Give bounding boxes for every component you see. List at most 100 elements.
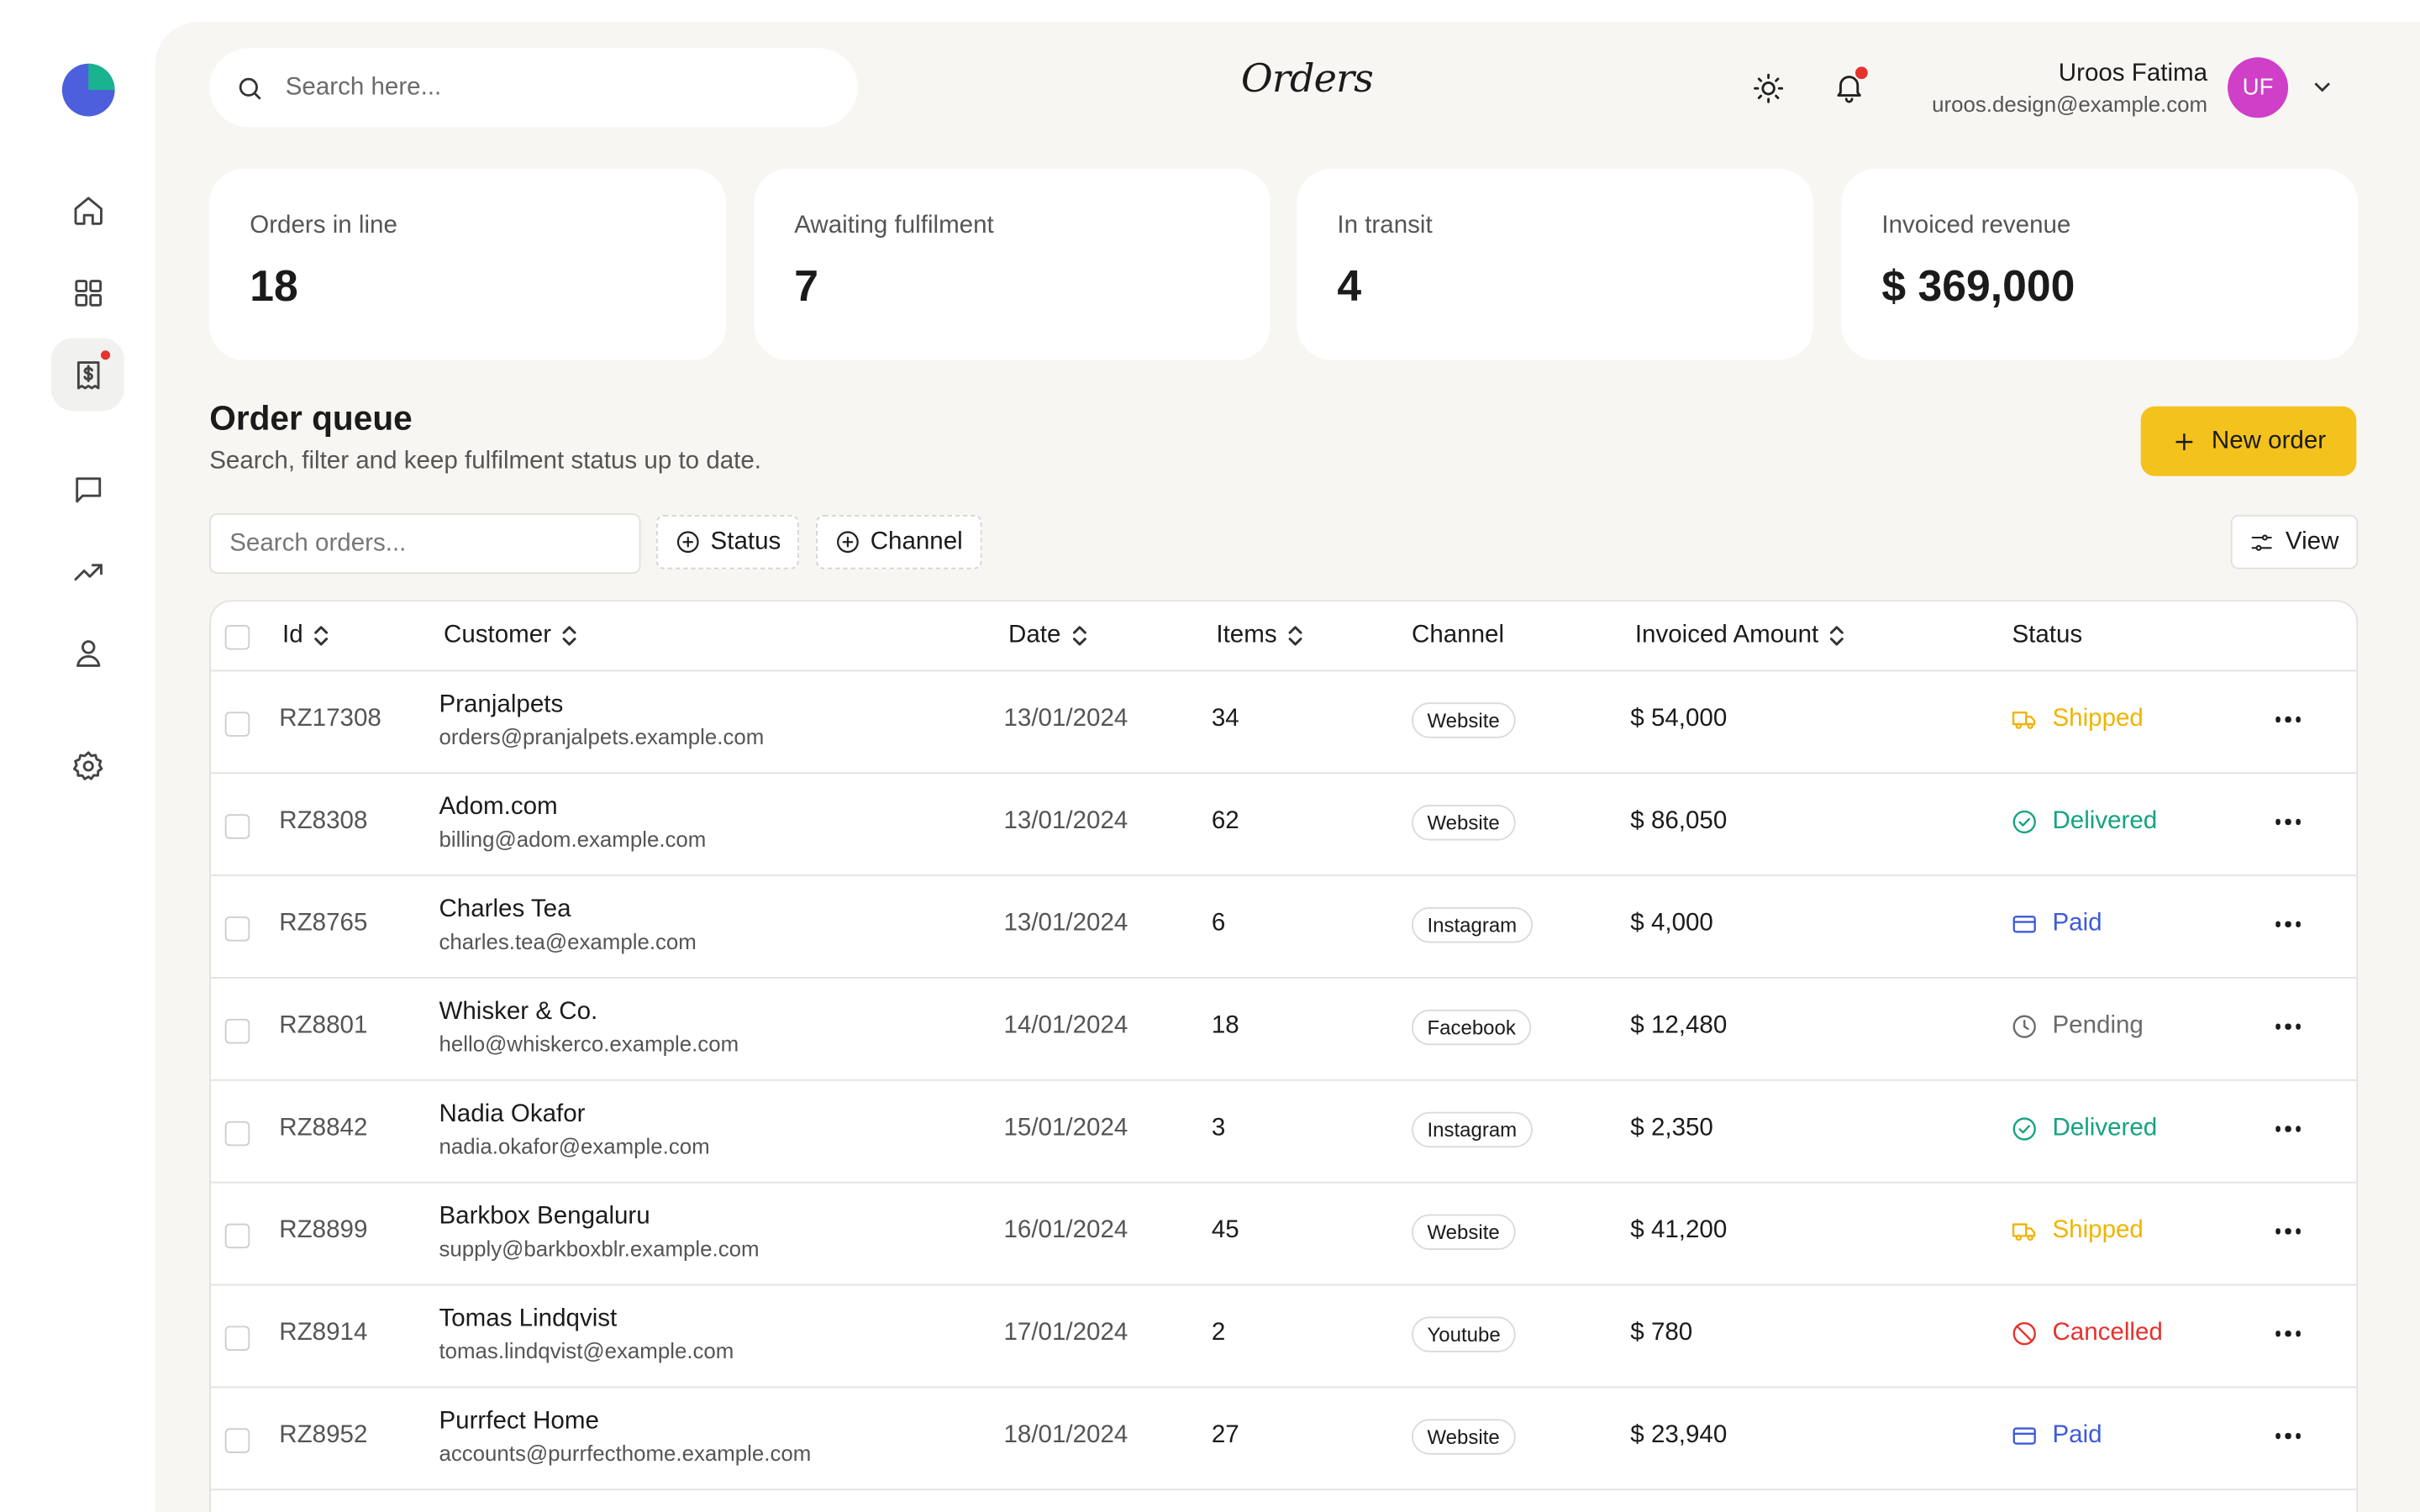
row-checkbox[interactable]: [224, 916, 250, 942]
search-placeholder[interactable]: Search here...: [286, 74, 442, 102]
table-row[interactable]: RZ8899 Barkbox Bengaluru supply@barkboxblr…: [211, 1184, 2357, 1286]
column-label: Items: [1216, 622, 1277, 648]
channel-filter-label: Channel: [870, 528, 963, 554]
row-actions-button[interactable]: [2271, 1316, 2306, 1351]
row-checkbox[interactable]: [224, 814, 250, 839]
row-checkbox[interactable]: [224, 1223, 250, 1249]
theme-toggle-button[interactable]: [1744, 64, 1793, 113]
column-header-items[interactable]: Items: [1216, 622, 1304, 649]
new-order-button[interactable]: New order: [2140, 406, 2357, 476]
stat-card-in-transit: In transit 4: [1297, 169, 1814, 360]
column-label: Invoiced Amount: [1634, 622, 1819, 648]
order-date: 13/01/2024: [1003, 910, 1128, 937]
row-actions-button[interactable]: [2271, 805, 2306, 839]
customer-name: Nadia Okafor: [439, 1100, 586, 1128]
row-checkbox[interactable]: [224, 1121, 250, 1147]
sidebar-item-settings[interactable]: [51, 729, 124, 802]
clock-icon: [2012, 1015, 2036, 1038]
status-badge: Shipped: [2011, 706, 2144, 733]
row-checkbox[interactable]: [224, 1428, 250, 1453]
stat-label: Orders in line: [250, 212, 397, 239]
avatar[interactable]: UF: [2228, 57, 2289, 118]
order-id[interactable]: RZ8952: [279, 1422, 367, 1450]
item-count: 27: [1211, 1421, 1239, 1449]
more-dot-icon: [2285, 921, 2291, 927]
trending-up-icon: [73, 563, 102, 580]
order-id[interactable]: RZ8914: [279, 1320, 367, 1347]
status-label: Shipped: [2052, 705, 2144, 732]
grid-icon: [74, 279, 102, 306]
sidebar-item-orders[interactable]: [50, 338, 124, 412]
order-id[interactable]: RZ8765: [279, 911, 367, 938]
sidebar-item-analytics[interactable]: [51, 535, 124, 608]
more-dot-icon: [2285, 819, 2291, 825]
sidebar-item-home[interactable]: [51, 174, 124, 247]
status-filter-button[interactable]: Status: [655, 514, 800, 570]
status-label: Delivered: [2052, 807, 2158, 835]
more-dot-icon: [2285, 1228, 2291, 1235]
order-id[interactable]: RZ8842: [279, 1115, 367, 1142]
order-id[interactable]: RZ8801: [279, 1013, 367, 1041]
row-actions-button[interactable]: [2271, 1112, 2306, 1147]
row-actions-button[interactable]: [2271, 1010, 2306, 1044]
order-date: 13/01/2024: [1003, 705, 1128, 732]
sidebar-item-profile[interactable]: [51, 616, 124, 689]
row-checkbox[interactable]: [224, 711, 250, 737]
user-menu-chevron[interactable]: [2308, 73, 2336, 101]
column-header-id[interactable]: Id: [282, 622, 331, 649]
stat-card-awaiting-fulfilment: Awaiting fulfilment 7: [754, 169, 1270, 360]
row-actions-button[interactable]: [2271, 1215, 2306, 1249]
sidebar-item-messages[interactable]: [51, 453, 124, 526]
more-dot-icon: [2285, 1433, 2291, 1439]
more-dot-icon: [2295, 1433, 2302, 1439]
table-row[interactable]: RZ17308 Pranjalpets orders@pranjalpets.exa…: [211, 671, 2357, 774]
row-actions-button[interactable]: [2271, 702, 2306, 737]
column-label: Date: [1007, 622, 1061, 648]
invoiced-amount: $ 2,350: [1630, 1115, 1713, 1142]
table-row[interactable]: RZ8765 Charles Tea charles.tea@example.com…: [211, 876, 2357, 979]
row-checkbox[interactable]: [224, 1018, 250, 1044]
more-dot-icon: [2295, 1023, 2302, 1030]
stat-label: Awaiting fulfilment: [794, 212, 994, 239]
item-count: 18: [1211, 1012, 1239, 1039]
global-search[interactable]: Search here...: [209, 48, 858, 128]
column-header-status: Status: [2012, 622, 2082, 649]
sun-icon: [1754, 73, 1784, 103]
sidebar-item-dashboard[interactable]: [51, 256, 124, 329]
order-search-input[interactable]: Search orders...: [209, 513, 641, 575]
stat-value: 4: [1337, 261, 1362, 311]
order-id[interactable]: RZ17308: [279, 706, 381, 733]
table-row[interactable]: RZ8952 Purrfect Home accounts@purrfecthome…: [211, 1388, 2357, 1491]
more-dot-icon: [2295, 717, 2302, 722]
column-header-customer[interactable]: Customer: [444, 622, 579, 649]
chat-icon: [75, 476, 101, 502]
view-options-button[interactable]: View: [2230, 514, 2359, 570]
order-date: 15/01/2024: [1003, 1115, 1128, 1142]
column-label: Channel: [1411, 622, 1505, 648]
notification-dot: [99, 349, 112, 362]
row-checkbox[interactable]: [224, 1326, 250, 1351]
table-row[interactable]: RZ8914 Tomas Lindqvist tomas.lindqvist@exa…: [211, 1285, 2357, 1389]
row-actions-button[interactable]: [2271, 1419, 2306, 1453]
table-row[interactable]: RZ8842 Nadia Okafor nadia.okafor@example.c…: [211, 1081, 2357, 1184]
row-actions-button[interactable]: [2271, 907, 2306, 942]
channel-filter-button[interactable]: Channel: [816, 514, 981, 570]
logo-icon[interactable]: [60, 62, 116, 118]
gear-icon: [72, 750, 103, 780]
column-header-channel: Channel: [1412, 622, 1504, 649]
page-title: Orders: [1240, 55, 1374, 101]
stat-card-orders-in-line: Orders in line 18: [209, 169, 726, 360]
channel-badge: Website: [1411, 702, 1516, 738]
table-row[interactable]: RZ8801 Whisker & Co. hello@whiskerco.examp…: [211, 979, 2357, 1081]
select-all-checkbox[interactable]: [224, 624, 250, 650]
status-badge: Shipped: [2011, 1217, 2144, 1245]
notifications-button[interactable]: [1824, 62, 1874, 112]
customer-name: Tomas Lindqvist: [439, 1305, 618, 1332]
column-header-date[interactable]: Date: [1008, 622, 1089, 649]
order-id[interactable]: RZ8899: [279, 1217, 367, 1245]
view-options-label: View: [2285, 528, 2339, 554]
order-id[interactable]: RZ8308: [279, 808, 367, 836]
table-row[interactable]: RZ8308 Adom.com billing@adom.example.com 13…: [211, 774, 2357, 877]
column-header-amount[interactable]: Invoiced Amount: [1635, 622, 1847, 649]
item-count: 45: [1211, 1217, 1239, 1244]
